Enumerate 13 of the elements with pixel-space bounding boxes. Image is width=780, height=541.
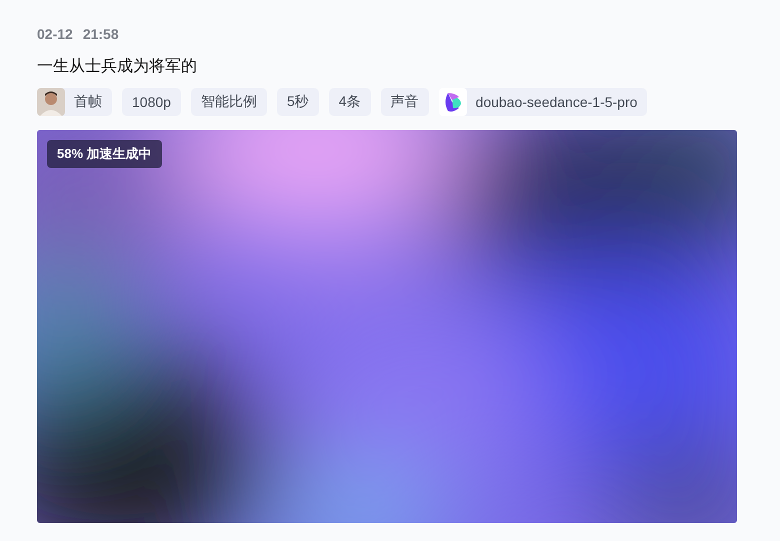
option-tag[interactable]: 智能比例 [190, 88, 267, 116]
option-tag[interactable]: 5秒 [276, 88, 319, 116]
option-tag[interactable]: 1080p [122, 88, 181, 116]
progress-status: 58% 加速生成中 [47, 140, 162, 168]
model-tag[interactable]: doubao-seedance-1-5-pro [438, 88, 648, 116]
date-text: 02-12 [37, 25, 73, 44]
prompt-text: 一生从士兵成为将军的 [37, 56, 198, 77]
time-text: 21:58 [82, 25, 119, 44]
avatar-icon [37, 88, 65, 116]
first-frame-tag[interactable]: 首帧 [37, 88, 112, 116]
model-logo-icon [438, 88, 467, 116]
option-tag[interactable]: 声音 [380, 88, 429, 116]
option-tag[interactable]: 4条 [328, 88, 371, 116]
